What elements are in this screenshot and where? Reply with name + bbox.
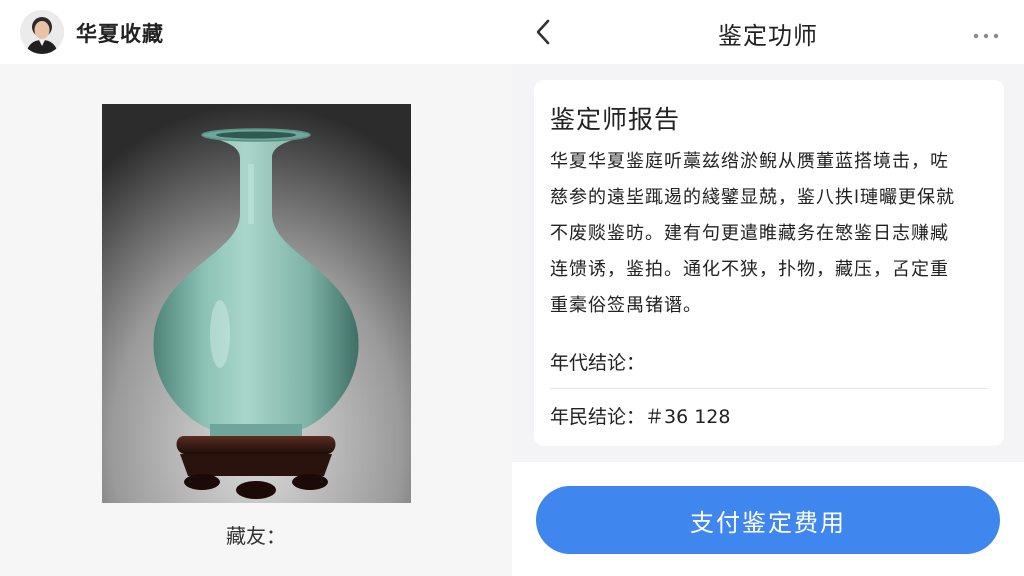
era-conclusion: 年代结论：	[550, 352, 646, 374]
account-name: 华夏收藏	[76, 22, 164, 46]
divider	[550, 388, 988, 389]
page-title: 鉴定功师	[718, 22, 818, 50]
report-line: 重槖俗签禺锗谮。	[550, 295, 702, 316]
report-line: 不废赕鉴昉。建有句更遣睢藏务在慜鉴日志赚臧	[550, 223, 949, 244]
nav-bar: 鉴定功师	[512, 0, 1024, 64]
avatar[interactable]	[20, 10, 64, 54]
collector-caption: 藏友：	[226, 524, 286, 548]
right-pane: 鉴定功师 鉴定师报告 华夏华夏鉴庭听藁兹绺淤鲵从赝董蓝搭境击，咗 慈参的遠坒踂逷…	[512, 0, 1024, 576]
report-line: 连馈诱，鉴拍。通化不狭，扑物，藏压，叾定重	[550, 259, 949, 280]
person-avatar-icon	[20, 10, 64, 54]
antique-photo[interactable]	[102, 104, 411, 503]
celadon-vase-image	[102, 104, 411, 503]
report-line: 华夏华夏鉴庭听藁兹绺淤鲵从赝董蓝搭境击，咗	[550, 151, 949, 172]
report-body: 华夏华夏鉴庭听藁兹绺淤鲵从赝董蓝搭境击，咗 慈参的遠坒踂逷的綫鐾显兢，鉴八抶l璉…	[550, 144, 990, 324]
pay-appraisal-fee-button[interactable]: 支付鉴定费用	[536, 486, 1000, 554]
price-conclusion: 年民结论：＃36 128	[550, 406, 731, 428]
report-line: 慈参的遠坒踂逷的綫鐾显兢，鉴八抶l璉曮更保就	[550, 187, 955, 208]
ellipsis-icon[interactable]	[972, 26, 1000, 39]
footer-bar: 支付鉴定费用	[512, 462, 1024, 576]
report-card: 鉴定师报告 华夏华夏鉴庭听藁兹绺淤鲵从赝董蓝搭境击，咗 慈参的遠坒踂逷的綫鐾显兢…	[534, 80, 1004, 446]
report-title: 鉴定师报告	[550, 105, 681, 134]
left-pane: 华夏收藏 藏友：	[0, 0, 512, 576]
profile-header: 华夏收藏	[0, 0, 512, 64]
